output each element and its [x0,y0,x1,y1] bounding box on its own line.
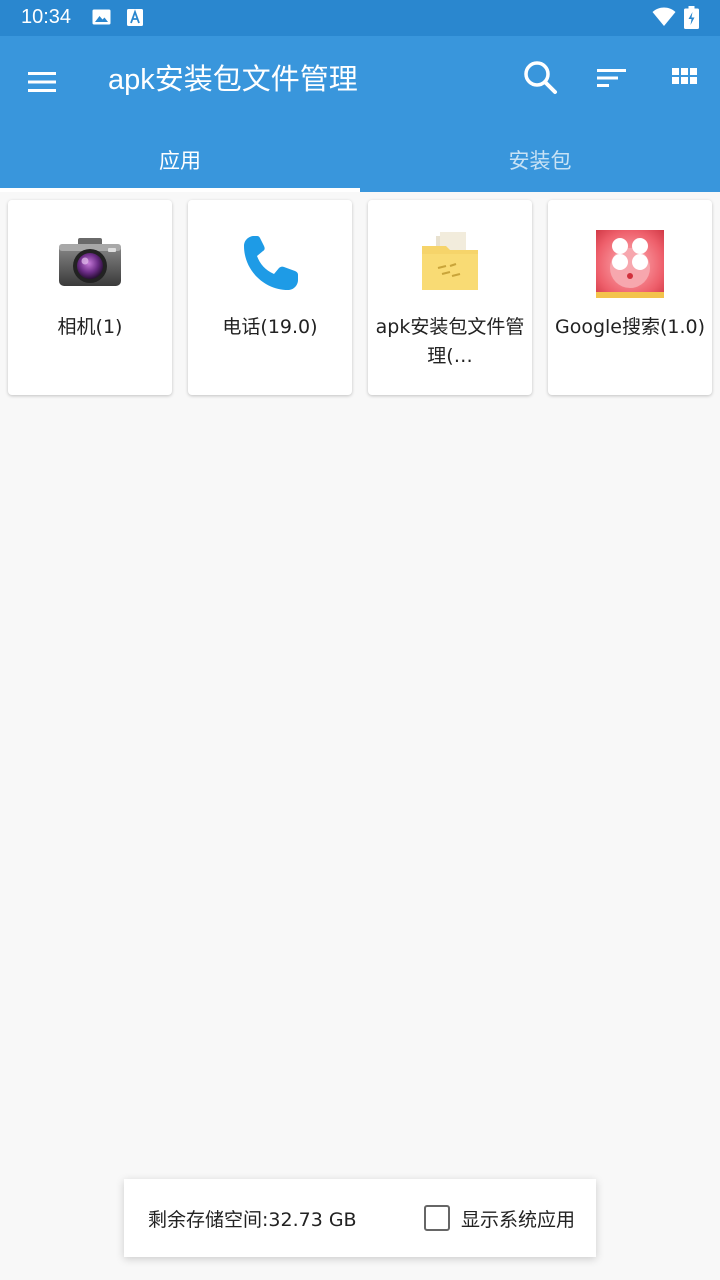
app-card-apk-manager[interactable]: apk安装包文件管理(… [368,200,532,395]
status-bar: 10:34 [0,0,720,36]
menu-button[interactable] [22,62,62,102]
tab-indicator [0,188,360,192]
menu-icon [28,72,56,92]
show-system-apps-checkbox[interactable] [424,1205,450,1231]
status-time: 10:34 [21,6,72,28]
app-label: Google搜索(1.0) [554,316,706,338]
search-button[interactable] [518,56,562,100]
tab-apps[interactable]: 应用 [0,128,360,192]
search-icon [524,61,557,94]
show-system-apps-label[interactable]: 显示系统应用 [461,1205,575,1232]
storage-text: 剩余存储空间:32.73 GB [148,1209,357,1231]
sort-icon [597,69,626,87]
wifi-icon [652,7,676,26]
app-card-phone[interactable]: 电话(19.0) [188,200,352,395]
page-title: apk安装包文件管理 [108,64,358,96]
app-label: 电话(19.0) [222,316,318,338]
grid-view-icon [672,68,697,84]
font-a-icon [127,9,143,26]
camera-icon [59,238,121,286]
battery-charging-icon [684,6,699,29]
sort-button[interactable] [592,58,632,98]
grid-view-button[interactable] [666,58,706,98]
app-label: 相机(1) [57,316,123,338]
image-icon [92,9,111,25]
google-search-icon [596,230,664,298]
app-bar: apk安装包文件管理 应用 安装包 [0,36,720,192]
tab-packages[interactable]: 安装包 [360,128,720,192]
app-label: apk安装包文件管理(… [375,316,525,367]
phone-icon [244,236,298,290]
folder-icon [422,232,478,290]
app-card-camera[interactable]: 相机(1) [8,200,172,395]
app-grid: 相机(1) 电话(19.0) apk安装包文件管理(… Google搜索(1.0… [8,200,712,396]
storage-panel: 剩余存储空间:32.73 GB 显示系统应用 [124,1179,596,1257]
app-card-google-search[interactable]: Google搜索(1.0) [548,200,712,395]
